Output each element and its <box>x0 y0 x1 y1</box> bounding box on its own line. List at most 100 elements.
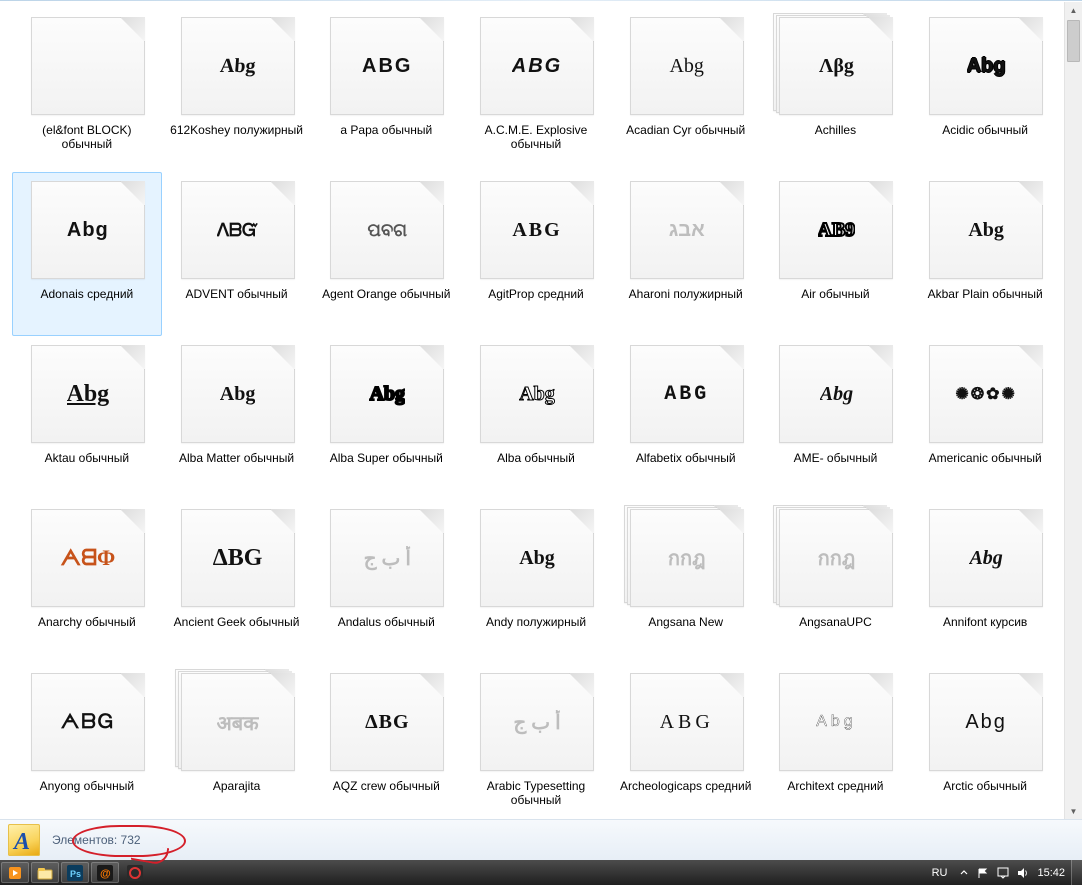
font-thumbnail: Abg <box>622 13 750 119</box>
taskbar-app-explorer[interactable] <box>31 862 59 883</box>
font-item[interactable]: AbgAndy полужирный <box>461 500 611 664</box>
font-thumbnail: ABG <box>622 669 750 775</box>
font-item[interactable]: AbgAME- обычный <box>761 336 911 500</box>
font-thumbnail: ΔBG <box>173 505 301 611</box>
font-preview-text: Abg <box>519 383 555 406</box>
font-thumbnail: אבג <box>622 177 750 283</box>
font-item[interactable]: (el&font BLOCK) обычный <box>12 8 162 172</box>
font-item[interactable]: अबकAparajita <box>162 664 312 820</box>
font-item-label: Aharoni полужирный <box>629 287 743 301</box>
scroll-up-button[interactable]: ▲ <box>1065 2 1082 19</box>
font-thumbnail: ᗅᗺΦ <box>23 505 151 611</box>
font-thumbnail: Abg <box>173 341 301 447</box>
font-item[interactable]: AB9Air обычный <box>761 172 911 336</box>
font-preview-text: Abg <box>67 381 110 408</box>
font-thumbnail <box>23 13 151 119</box>
font-item-label: Anyong обычный <box>40 779 134 793</box>
tray-clock[interactable]: 15:42 <box>1037 867 1065 879</box>
show-desktop-button[interactable] <box>1071 860 1082 885</box>
font-thumbnail: Λβg <box>771 13 899 119</box>
font-item[interactable]: Abg Acidic обычный <box>910 8 1060 172</box>
font-item[interactable]: กกฎAngsanaUPC <box>761 500 911 664</box>
font-item[interactable]: Abg612Koshey полужирный <box>162 8 312 172</box>
font-preview-text: אבג <box>669 219 705 242</box>
tray-action-center-icon[interactable] <box>997 867 1009 879</box>
taskbar-app-generic[interactable] <box>121 862 149 883</box>
font-item-label: Archeologicaps средний <box>620 779 752 793</box>
scroll-down-button[interactable]: ▼ <box>1065 803 1082 820</box>
font-item[interactable]: أ ب جArabic Typesetting обычный <box>461 664 611 820</box>
font-item[interactable]: AbgArchitext средний <box>761 664 911 820</box>
font-preview-text: Abg <box>967 55 1006 78</box>
font-item-label: Alba Matter обычный <box>179 451 294 465</box>
status-text: Элементов: 732 <box>52 833 141 847</box>
font-preview-text: अबक <box>217 709 259 736</box>
font-item[interactable]: Λβg Achilles <box>761 8 911 172</box>
font-item-label: Adonais средний <box>40 287 133 301</box>
font-item-label: Achilles <box>815 123 856 137</box>
font-item[interactable]: Abg Alba Matter обычный <box>162 336 312 500</box>
font-preview-text: กกฎ <box>668 542 706 574</box>
font-item[interactable]: ΔBGAQZ crew обычный <box>311 664 461 820</box>
font-item[interactable]: أ ب جAndalus обычный <box>311 500 461 664</box>
font-item-label: Angsana New <box>648 615 723 629</box>
tray-volume-icon[interactable] <box>1017 867 1029 879</box>
font-item-label: Alfabetix обычный <box>636 451 736 465</box>
font-preview-text: ᗅᗷᏀ <box>61 711 115 734</box>
font-item-label: Acidic обычный <box>942 123 1028 137</box>
font-item[interactable]: Abg Aktau обычный <box>12 336 162 500</box>
status-bar: Элементов: 732 <box>0 819 1082 860</box>
language-indicator[interactable]: RU <box>928 867 952 879</box>
font-thumbnail: ABG <box>472 177 600 283</box>
font-preview-text: Abg <box>820 383 853 406</box>
taskbar[interactable]: Ps @ RU 15:42 <box>0 860 1082 885</box>
font-item-label: Alba обычный <box>497 451 575 465</box>
font-item-label: Anarchy обычный <box>38 615 136 629</box>
scroll-thumb[interactable] <box>1067 20 1080 62</box>
font-item-label: Alba Super обычный <box>330 451 443 465</box>
font-item[interactable]: AbgAdonais средний <box>12 172 162 336</box>
font-item[interactable]: אבג Aharoni полужирный <box>611 172 761 336</box>
font-preview-text: ABG <box>660 711 714 734</box>
vertical-scrollbar[interactable]: ▲ ▼ <box>1064 2 1082 820</box>
font-item[interactable]: AbgAkbar Plain обычный <box>910 172 1060 336</box>
font-preview-text: Abg <box>816 713 856 731</box>
tray-chevron-icon[interactable] <box>959 868 969 878</box>
font-item-label: Arctic обычный <box>943 779 1027 793</box>
font-item-label: Acadian Cyr обычный <box>626 123 745 137</box>
font-item[interactable]: ᗅᗺΦ Anarchy обычный <box>12 500 162 664</box>
font-item[interactable]: ABGa Papa обычный <box>311 8 461 172</box>
font-thumbnail: أ ب ج <box>322 505 450 611</box>
font-item[interactable]: ପବଗAgent Orange обычный <box>311 172 461 336</box>
tray-flag-icon[interactable] <box>977 867 989 879</box>
font-preview-text: Abg <box>969 547 1002 570</box>
font-item-label: Aktau обычный <box>45 451 129 465</box>
font-thumbnail: ᐱᗷᏳ <box>173 177 301 283</box>
font-thumbnail: Abg <box>921 669 1049 775</box>
font-item[interactable]: AbgAlba Super обычный <box>311 336 461 500</box>
font-item[interactable]: ᐱᗷᏳADVENT обычный <box>162 172 312 336</box>
font-item-label: a Papa обычный <box>340 123 432 137</box>
font-item[interactable]: ABG Archeologicaps средний <box>611 664 761 820</box>
font-item[interactable]: ABGAgitProp средний <box>461 172 611 336</box>
font-item[interactable]: ABGAlfabetix обычный <box>611 336 761 500</box>
font-item[interactable]: Abg Arctic обычный <box>910 664 1060 820</box>
font-preview-text: ABG <box>512 219 561 242</box>
font-item[interactable]: AbgAnnifont курсив <box>910 500 1060 664</box>
svg-text:Ps: Ps <box>70 869 81 879</box>
font-item[interactable]: ABGA.C.M.E. Explosive обычный <box>461 8 611 172</box>
font-item[interactable]: ᗅᗷᏀ Anyong обычный <box>12 664 162 820</box>
font-item[interactable]: Abg Acadian Cyr обычный <box>611 8 761 172</box>
font-item[interactable]: ΔBG Ancient Geek обычный <box>162 500 312 664</box>
taskbar-app-photoshop[interactable]: Ps <box>61 862 89 883</box>
file-pane[interactable]: (el&font BLOCK) обычныйAbg612Koshey полу… <box>0 2 1082 820</box>
font-item[interactable]: Abg Alba обычный <box>461 336 611 500</box>
taskbar-app-mail[interactable]: @ <box>91 862 119 883</box>
font-item-label: Ancient Geek обычный <box>174 615 300 629</box>
font-item[interactable]: ✺❂✿✺Americanic обычный <box>910 336 1060 500</box>
taskbar-app-media-player[interactable] <box>1 862 29 883</box>
system-tray[interactable]: RU 15:42 <box>922 867 1071 879</box>
font-item[interactable]: กกฎ Angsana New <box>611 500 761 664</box>
font-thumbnail: Abg <box>472 341 600 447</box>
font-thumbnail: अबक <box>173 669 301 775</box>
